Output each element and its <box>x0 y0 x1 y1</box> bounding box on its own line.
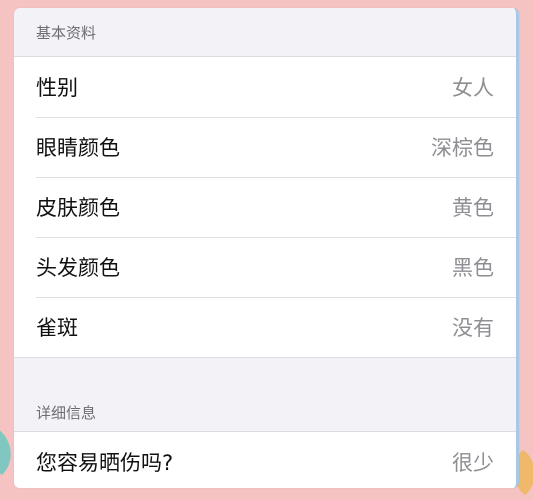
section-title-detail: 详细信息 <box>36 404 97 422</box>
row-label: 皮肤颜色 <box>36 196 120 220</box>
section-header-detail: 详细信息 <box>14 403 516 431</box>
row-skin-color[interactable]: 皮肤颜色 黄色 <box>14 177 516 237</box>
row-label: 眼睛颜色 <box>36 136 120 160</box>
row-hair-color[interactable]: 头发颜色 黑色 <box>14 237 516 297</box>
row-eye-color[interactable]: 眼睛颜色 深棕色 <box>14 117 516 177</box>
section-header-basic: 基本资料 <box>14 8 516 56</box>
row-label: 您容易晒伤吗? <box>36 451 174 475</box>
row-value: 深棕色 <box>431 136 494 160</box>
row-label: 头发颜色 <box>36 256 120 280</box>
detail-info-list: 您容易晒伤吗? 很少 <box>14 431 516 488</box>
row-value: 女人 <box>452 76 494 100</box>
profile-panel: 基本资料 性别 女人 眼睛颜色 深棕色 皮肤颜色 黄色 头发颜色 黑色 雀斑 没… <box>14 8 519 488</box>
row-value: 很少 <box>452 451 494 475</box>
section-title-basic: 基本资料 <box>36 23 97 42</box>
row-value: 黑色 <box>452 256 494 280</box>
row-label: 雀斑 <box>36 316 78 340</box>
basic-info-list: 性别 女人 眼睛颜色 深棕色 皮肤颜色 黄色 头发颜色 黑色 雀斑 没有 <box>14 56 516 358</box>
row-freckles[interactable]: 雀斑 没有 <box>14 297 516 357</box>
row-label: 性别 <box>36 76 78 100</box>
row-gender[interactable]: 性别 女人 <box>14 57 516 117</box>
row-value: 黄色 <box>452 196 494 220</box>
row-value: 没有 <box>452 316 494 340</box>
row-sunburn[interactable]: 您容易晒伤吗? 很少 <box>14 432 516 488</box>
